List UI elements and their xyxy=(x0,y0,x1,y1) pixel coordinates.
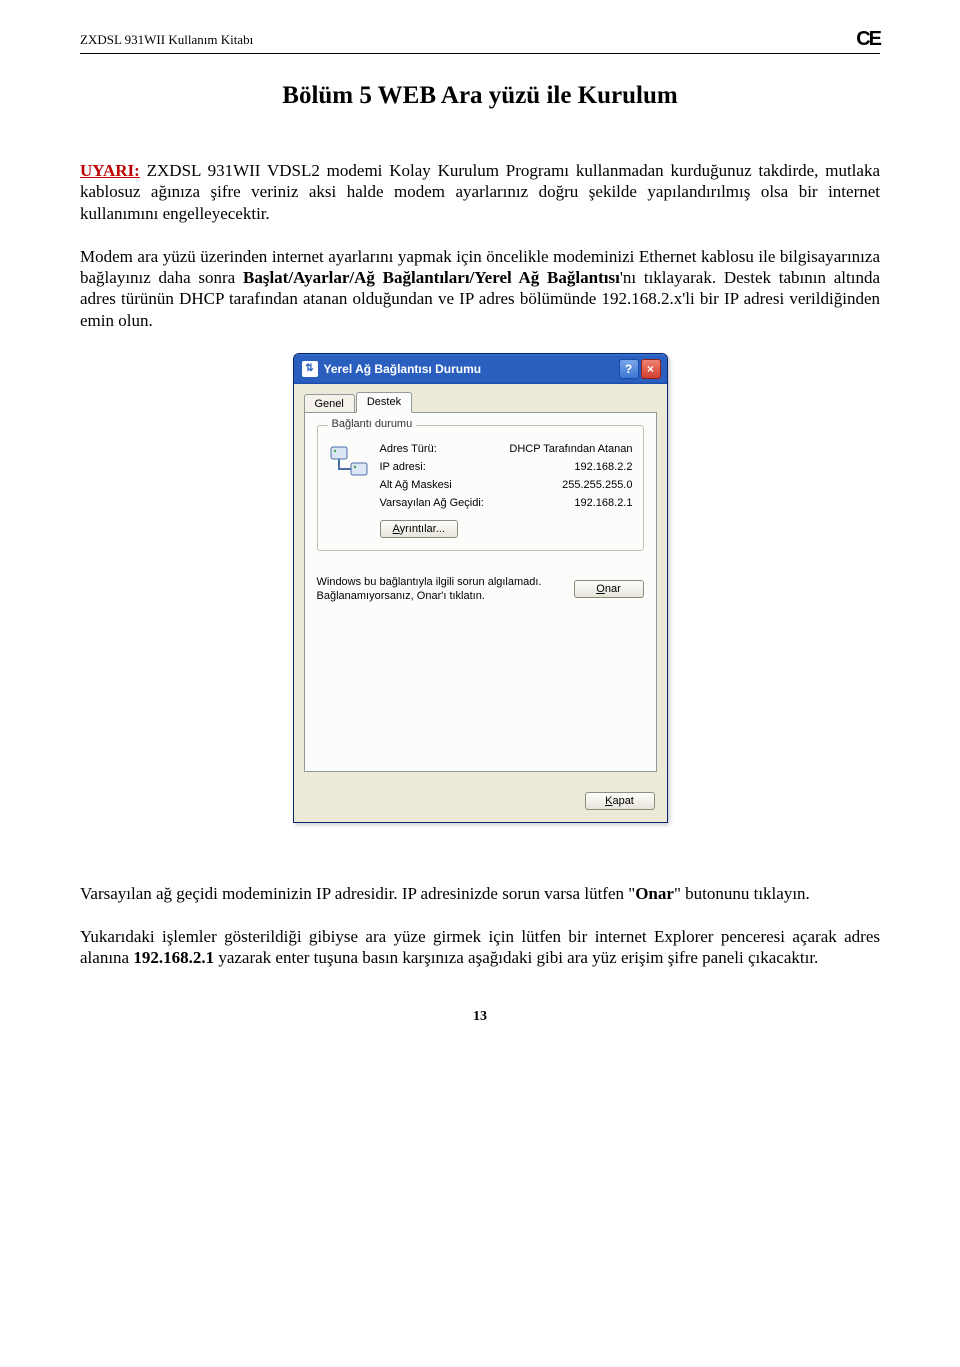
xp-titlebar-buttons: ? × xyxy=(619,359,661,379)
instruction-paragraph: Modem ara yüzü üzerinden internet ayarla… xyxy=(80,246,880,331)
section-title: Bölüm 5 WEB Ara yüzü ile Kurulum xyxy=(80,82,880,110)
repair-u: O xyxy=(596,583,605,595)
xp-tabs: Genel Destek xyxy=(304,392,657,413)
xp-title-text: Yerel Ağ Bağlantısı Durumu xyxy=(324,362,619,376)
kv-row-gateway: Varsayılan Ağ Geçidi: 192.168.2.1 xyxy=(380,494,633,512)
connection-status-group: Bağlantı durumu xyxy=(317,425,644,551)
kv-value: 192.168.2.1 xyxy=(574,497,632,509)
tab-general[interactable]: Genel xyxy=(304,394,355,413)
xp-titlebar[interactable]: ⇅ Yerel Ağ Bağlantısı Durumu ? × xyxy=(294,354,667,384)
page-header: ZXDSL 931WII Kullanım Kitabı CE xyxy=(80,28,880,51)
warning-body: ZXDSL 931WII VDSL2 modemi Kolay Kurulum … xyxy=(80,161,880,223)
browser-paragraph: Yukarıdaki işlemler gösterildiği gibiyse… xyxy=(80,926,880,969)
connection-row: Adres Türü: DHCP Tarafından Atanan IP ad… xyxy=(328,440,633,512)
tab-support[interactable]: Destek xyxy=(356,392,412,413)
kv-value: DHCP Tarafından Atanan xyxy=(509,443,632,455)
p4-ip-bold: 192.168.2.1 xyxy=(133,948,214,967)
kv-row-ip: IP adresi: 192.168.2.2 xyxy=(380,458,633,476)
kv-label: Adres Türü: xyxy=(380,443,437,455)
p3-b: " butonunu tıklayın. xyxy=(674,884,810,903)
xp-dialog-body: Genel Destek Bağlantı durumu xyxy=(294,384,667,782)
details-row: Ayrıntılar... xyxy=(328,520,633,538)
header-rule xyxy=(80,53,880,54)
repair-button[interactable]: Onar xyxy=(574,580,644,598)
kv-label: Varsayılan Ağ Geçidi: xyxy=(380,497,484,509)
p3-a: Varsayılan ağ geçidi modeminizin IP adre… xyxy=(80,884,635,903)
xp-footer: Kapat xyxy=(294,782,667,822)
kv-row-subnet: Alt Ağ Maskesi 255.255.255.0 xyxy=(380,476,633,494)
p4-b: yazarak enter tuşuna basın karşınıza aşa… xyxy=(214,948,818,967)
close-rest: apat xyxy=(612,795,633,807)
ce-mark-icon: CE xyxy=(856,28,880,51)
repair-rest: nar xyxy=(605,583,621,595)
gateway-paragraph: Varsayılan ağ geçidi modeminizin IP adre… xyxy=(80,883,880,904)
network-icon xyxy=(328,440,370,482)
close-icon[interactable]: × xyxy=(641,359,661,379)
network-status-icon: ⇅ xyxy=(302,361,318,377)
details-rest: yrıntılar... xyxy=(400,523,445,535)
xp-dialog: ⇅ Yerel Ağ Bağlantısı Durumu ? × Genel D… xyxy=(293,353,668,823)
group-title: Bağlantı durumu xyxy=(328,418,417,430)
repair-text: Windows bu bağlantıyla ilgili sorun algı… xyxy=(317,575,562,604)
details-button[interactable]: Ayrıntılar... xyxy=(380,520,458,538)
page: ZXDSL 931WII Kullanım Kitabı CE Bölüm 5 … xyxy=(0,0,960,1065)
repair-row: Windows bu bağlantıyla ilgili sorun algı… xyxy=(317,575,644,604)
close-button[interactable]: Kapat xyxy=(585,792,655,810)
kv-list: Adres Türü: DHCP Tarafından Atanan IP ad… xyxy=(380,440,633,512)
page-number: 13 xyxy=(80,1009,880,1025)
kv-value: 192.168.2.2 xyxy=(574,461,632,473)
doc-title: ZXDSL 931WII Kullanım Kitabı xyxy=(80,32,253,48)
kv-row-address-type: Adres Türü: DHCP Tarafından Atanan xyxy=(380,440,633,458)
p2-path-bold: Başlat/Ayarlar/Ağ Bağlantıları/Yerel Ağ … xyxy=(243,268,620,287)
details-u: A xyxy=(393,523,400,535)
kv-value: 255.255.255.0 xyxy=(562,479,632,491)
kv-label: IP adresi: xyxy=(380,461,426,473)
xp-tabpanel: Bağlantı durumu xyxy=(304,412,657,772)
p3-onar-bold: Onar xyxy=(635,884,674,903)
kv-label: Alt Ağ Maskesi xyxy=(380,479,452,491)
help-button-icon[interactable]: ? xyxy=(619,359,639,379)
warning-label: UYARI: xyxy=(80,161,140,180)
warning-paragraph: UYARI: ZXDSL 931WII VDSL2 modemi Kolay K… xyxy=(80,160,880,224)
